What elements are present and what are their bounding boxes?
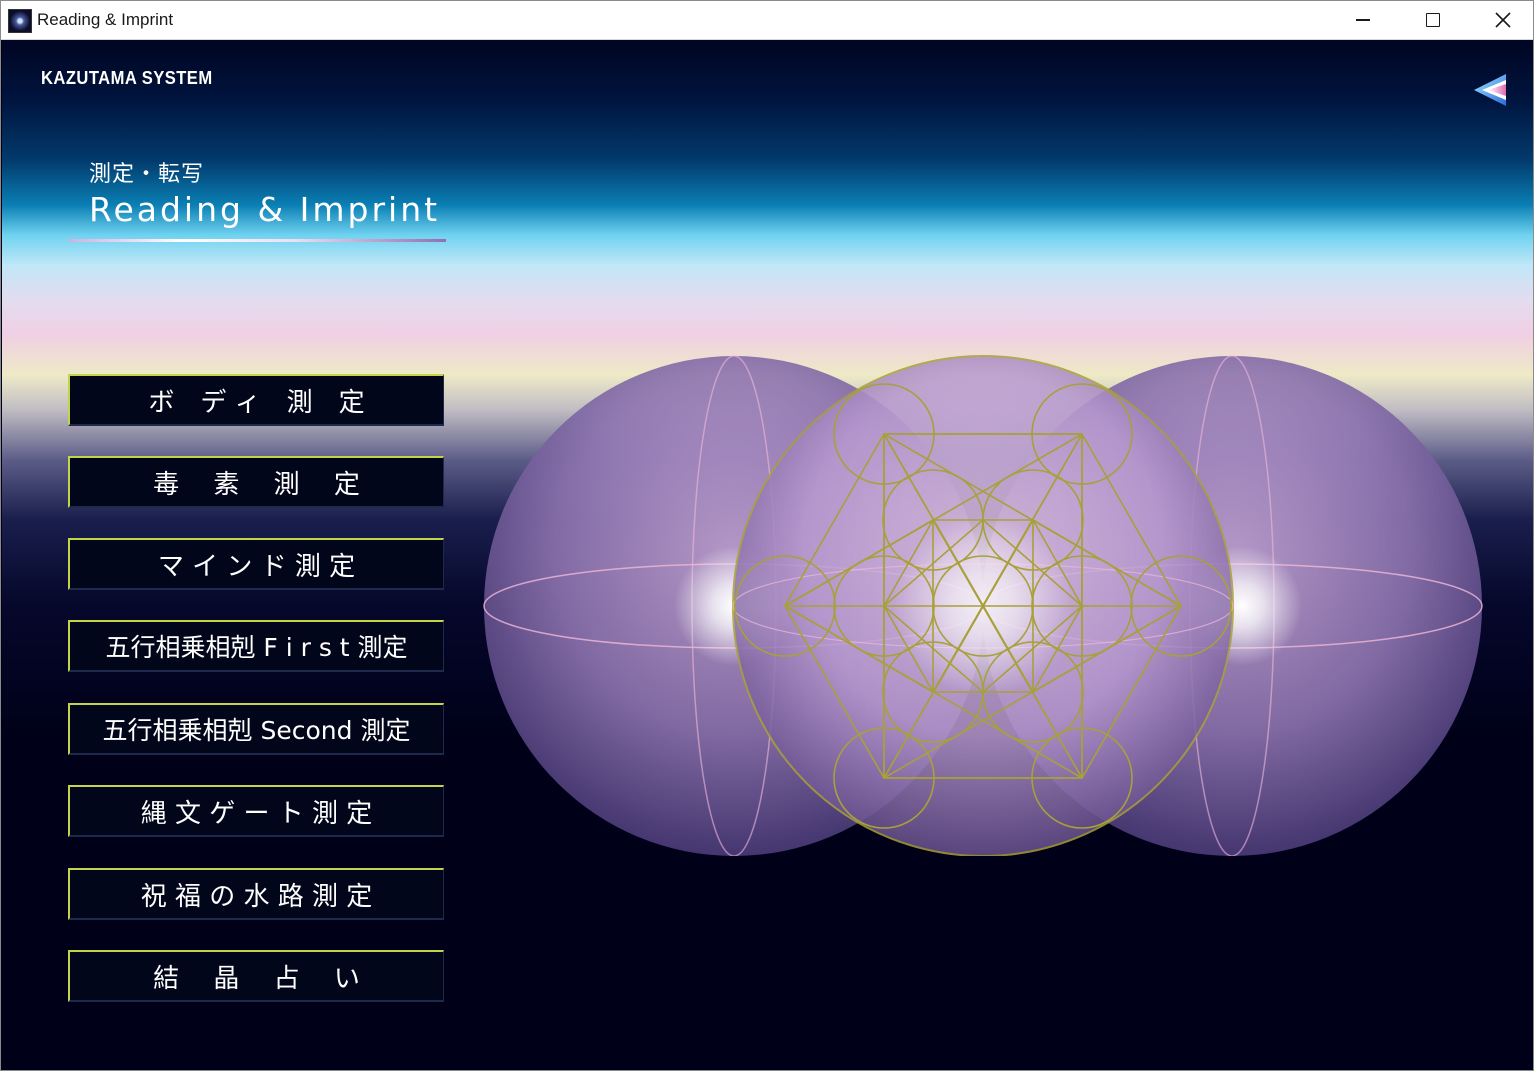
mind-reading-button[interactable]: マ イ ン ド 測 定 <box>68 538 444 590</box>
five-elements-first-button[interactable]: 五行相乗相剋 F i r s t 測定 <box>68 620 444 672</box>
metatron-cube-illustration <box>483 355 1483 856</box>
toxin-reading-button[interactable]: 毒 素 測 定 <box>68 456 444 508</box>
app-icon <box>8 9 32 33</box>
jomon-gate-button[interactable]: 縄 文 ゲ ー ト 測 定 <box>68 785 444 837</box>
heading-japanese: 測定・転写 <box>89 162 205 187</box>
blessing-waterway-button[interactable]: 祝 福 の 水 路 測 定 <box>68 868 444 920</box>
window-title: Reading & Imprint <box>37 10 174 29</box>
back-arrow-icon[interactable] <box>1470 70 1510 110</box>
close-button[interactable] <box>1468 1 1533 39</box>
maximize-button[interactable] <box>1398 1 1468 39</box>
app-window: Reading & Imprint KAZUTAMA SYSTEM 測定・転写 … <box>0 0 1534 1071</box>
minimize-icon <box>1356 19 1370 21</box>
minimize-button[interactable] <box>1328 1 1398 39</box>
heading-underline <box>68 239 446 242</box>
close-icon <box>1495 12 1511 28</box>
crystal-fortune-button[interactable]: 結 晶 占 い <box>68 950 444 1002</box>
five-elements-second-button[interactable]: 五行相乗相剋 Second 測定 <box>68 703 444 755</box>
maximize-icon <box>1426 13 1440 27</box>
brand-logo: KAZUTAMA SYSTEM <box>41 68 213 88</box>
title-bar[interactable]: Reading & Imprint <box>1 1 1533 40</box>
main-panel: KAZUTAMA SYSTEM 測定・転写 Reading & Imprint … <box>2 40 1533 1070</box>
body-reading-button[interactable]: ボ デ ィ 測 定 <box>68 374 444 426</box>
heading-english: Reading & Imprint <box>89 190 441 229</box>
